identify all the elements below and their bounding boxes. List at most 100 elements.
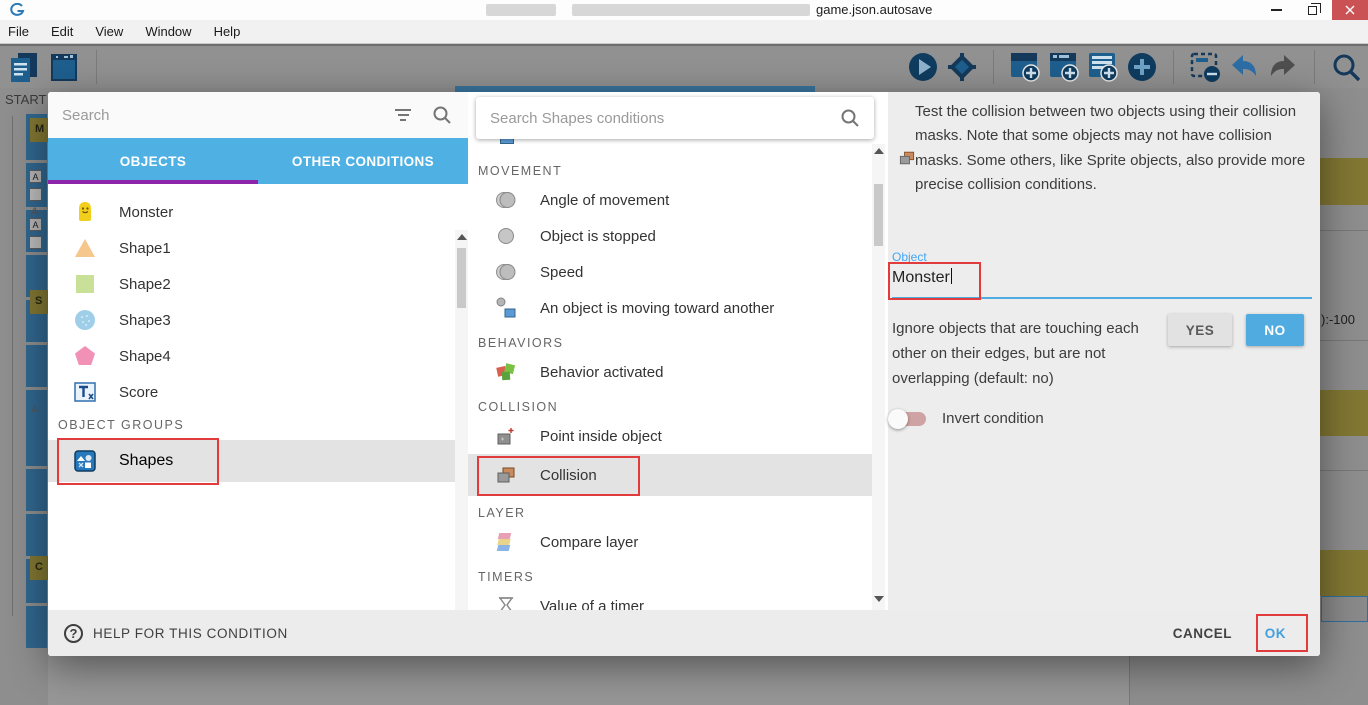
object-group-icon xyxy=(73,449,97,473)
events-sheet-start-label: START xyxy=(5,92,46,107)
menu-help[interactable]: Help xyxy=(214,24,241,39)
event-block xyxy=(26,606,47,648)
add-circle-icon[interactable] xyxy=(1126,51,1158,83)
menu-edit[interactable]: Edit xyxy=(51,24,73,39)
redacted-title-segment xyxy=(486,4,556,16)
list-item-shape4[interactable]: Shape4 xyxy=(48,338,468,374)
condition-compare-layer[interactable]: Compare layer xyxy=(468,524,888,560)
monster-icon xyxy=(73,200,97,224)
condition-moving-toward[interactable]: An object is moving toward another xyxy=(468,290,888,326)
yes-button[interactable]: YES xyxy=(1168,314,1232,346)
scroll-up-icon[interactable] xyxy=(457,234,467,240)
list-item-monster[interactable]: Monster xyxy=(48,194,468,230)
middle-scrollbar[interactable] xyxy=(872,144,885,610)
pentagon-icon xyxy=(73,344,97,368)
left-scrollbar[interactable] xyxy=(455,230,468,610)
help-button[interactable]: ? HELP FOR THIS CONDITION xyxy=(64,624,288,643)
play-icon[interactable] xyxy=(907,51,939,83)
scroll-down-icon[interactable] xyxy=(874,596,884,602)
filter-icon[interactable] xyxy=(394,109,412,121)
event-block xyxy=(26,469,47,511)
event-letter: M xyxy=(35,123,44,135)
scene-editor-icon[interactable] xyxy=(48,51,80,83)
add-comment-icon[interactable] xyxy=(1087,51,1119,83)
ok-button[interactable]: OK xyxy=(1265,626,1286,641)
event-block xyxy=(26,514,47,556)
menu-bar: File Edit View Window Help xyxy=(0,20,1368,44)
action-chip: A xyxy=(29,170,42,183)
close-button[interactable] xyxy=(1332,0,1368,20)
undo-icon[interactable] xyxy=(1228,51,1260,83)
invert-condition-label: Invert condition xyxy=(942,410,1044,427)
search-icon[interactable] xyxy=(432,105,452,125)
object-groups-header: OBJECT GROUPS xyxy=(48,410,468,440)
list-item-shape3[interactable]: Shape3 xyxy=(48,302,468,338)
condition-behavior-activated[interactable]: Behavior activated xyxy=(468,354,888,390)
square-icon xyxy=(73,272,97,296)
minimize-icon xyxy=(1271,9,1282,11)
events-tree-line xyxy=(12,116,13,616)
window-title: game.json.autosave xyxy=(816,2,932,17)
cancel-button[interactable]: CANCEL xyxy=(1173,626,1232,641)
toggle-knob-icon xyxy=(888,409,908,429)
menu-file[interactable]: File xyxy=(8,24,29,39)
object-label: Monster xyxy=(119,204,173,221)
panel-tabs: OBJECTS OTHER CONDITIONS xyxy=(48,138,468,184)
add-subevent-icon[interactable] xyxy=(1048,51,1080,83)
section-header: COLLISION xyxy=(468,400,558,414)
scrollbar-thumb[interactable] xyxy=(457,248,466,308)
object-label: Score xyxy=(119,384,158,401)
collision-icon xyxy=(494,463,518,487)
scrollbar-thumb[interactable] xyxy=(874,184,883,246)
conditions-search-bar xyxy=(476,97,874,139)
minimize-button[interactable] xyxy=(1258,0,1294,20)
object-list: Monster Shape1 Shape2 Shape3 Shape4 Scor… xyxy=(48,184,468,482)
redo-icon[interactable] xyxy=(1267,51,1299,83)
condition-object-stopped[interactable]: Object is stopped xyxy=(468,218,888,254)
comment-block xyxy=(1320,158,1368,205)
event-text-fragment: ):-100 xyxy=(1321,312,1355,327)
timer-icon xyxy=(494,594,518,610)
add-event-icon[interactable] xyxy=(1009,51,1041,83)
section-header: MOVEMENT xyxy=(468,164,562,178)
condition-angle-of-movement[interactable]: Angle of movement xyxy=(468,182,888,218)
search-icon[interactable] xyxy=(1330,51,1362,83)
triangle-icon xyxy=(73,236,97,260)
list-item-group-shapes[interactable]: Shapes xyxy=(48,440,455,482)
instruction-object-panel: OBJECTS OTHER CONDITIONS Monster Shape1 … xyxy=(48,92,468,610)
object-search-input[interactable] xyxy=(48,107,394,124)
conditions-search-input[interactable] xyxy=(476,110,840,127)
moving-toward-icon xyxy=(494,296,518,320)
tab-objects[interactable]: OBJECTS xyxy=(48,138,258,184)
condition-collision[interactable]: Collision xyxy=(468,454,872,496)
gdevelop-logo-icon xyxy=(9,3,25,17)
project-manager-icon[interactable] xyxy=(8,51,40,83)
action-chip xyxy=(29,188,42,201)
object-field-value[interactable]: Monster xyxy=(892,268,952,287)
debug-icon[interactable] xyxy=(946,51,978,83)
no-button[interactable]: NO xyxy=(1246,314,1304,346)
remove-event-icon[interactable] xyxy=(1189,51,1221,83)
menu-window[interactable]: Window xyxy=(145,24,191,39)
tab-other-conditions[interactable]: OTHER CONDITIONS xyxy=(258,138,468,184)
events-bottom-band xyxy=(48,656,1130,705)
list-item-score[interactable]: Score xyxy=(48,374,468,410)
search-icon[interactable] xyxy=(840,108,860,128)
menu-view[interactable]: View xyxy=(95,24,123,39)
scroll-up-icon[interactable] xyxy=(874,148,884,154)
dialog-footer: ? HELP FOR THIS CONDITION CANCEL OK xyxy=(48,610,1320,656)
event-block xyxy=(26,345,47,387)
list-item-shape2[interactable]: Shape2 xyxy=(48,266,468,302)
list-item-shape1[interactable]: Shape1 xyxy=(48,230,468,266)
invert-toggle[interactable] xyxy=(890,412,926,426)
condition-description: Test the collision between two objects u… xyxy=(915,100,1313,197)
condition-point-inside[interactable]: Point inside object xyxy=(468,418,888,454)
restore-button[interactable] xyxy=(1294,0,1330,20)
section-header: BEHAVIORS xyxy=(468,336,564,350)
object-field-label: Object xyxy=(892,250,927,264)
condition-timer-value[interactable]: Value of a timer xyxy=(468,588,888,610)
point-inside-icon xyxy=(494,424,518,448)
condition-speed[interactable]: Speed xyxy=(468,254,888,290)
object-label: Shape1 xyxy=(119,240,171,257)
movement-angle-icon xyxy=(494,188,518,212)
